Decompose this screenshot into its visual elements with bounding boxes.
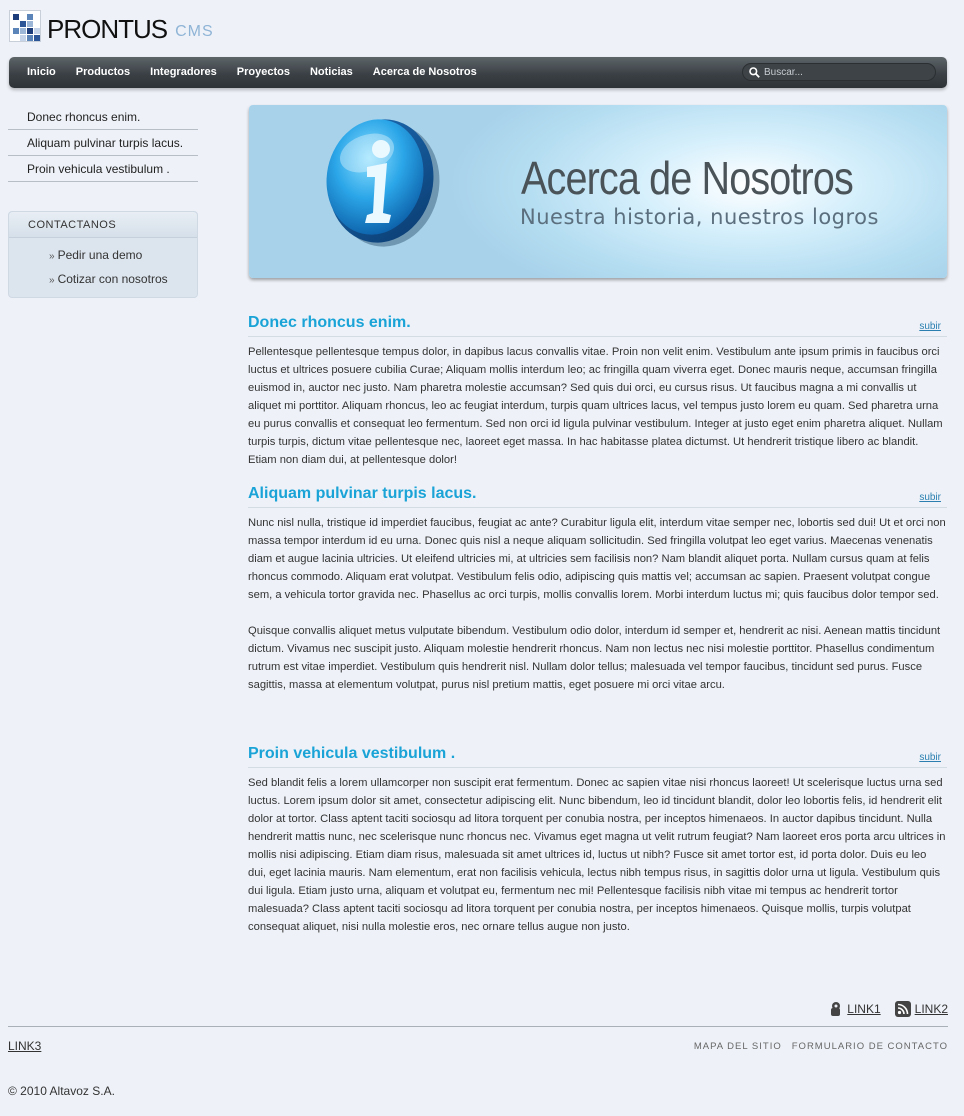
nav-item-acerca[interactable]: Acerca de Nosotros — [363, 57, 487, 88]
footer-nav: MAPA DEL SITIO FORMULARIO DE CONTACTO — [684, 1041, 948, 1052]
footer-link-1[interactable]: LINK1 — [827, 1001, 881, 1017]
sidebar-link-donec[interactable]: Donec rhoncus enim. — [8, 104, 198, 130]
article-title: Proin vehicula vestibulum . — [248, 745, 456, 762]
contact-item-label: Cotizar con nosotros — [57, 272, 168, 286]
nav-item-proyectos[interactable]: Proyectos — [227, 57, 300, 88]
nav-item-productos[interactable]: Productos — [66, 57, 140, 88]
article-paragraph: Sed blandit felis a lorem ullamcorper no… — [248, 777, 946, 933]
logo-subtitle: CMS — [175, 23, 214, 40]
footer-social-links: LINK1 LINK2 — [813, 1001, 948, 1017]
sitemap-link[interactable]: MAPA DEL SITIO — [694, 1041, 782, 1052]
article-3: Proin vehicula vestibulum . subir Sed bl… — [248, 744, 947, 936]
article-heading: Aliquam pulvinar turpis lacus. subir — [248, 484, 947, 508]
article-paragraph: Quisque convallis aliquet metus vulputat… — [248, 625, 941, 691]
contact-item-quote[interactable]: » Cotizar con nosotros — [49, 268, 197, 292]
page-banner: Acerca de Nosotros Nuestra historia, nue… — [249, 105, 947, 278]
banner-title: Acerca de Nosotros — [521, 152, 854, 204]
search-icon[interactable] — [749, 66, 760, 78]
contact-title: CONTACTANOS — [9, 212, 197, 238]
logo-grid-icon — [9, 10, 41, 42]
back-to-top-link[interactable]: subir — [919, 748, 941, 768]
article-paragraph: Pellentesque pellentesque tempus dolor, … — [248, 346, 943, 466]
share-icon — [831, 1002, 841, 1016]
back-to-top-link[interactable]: subir — [919, 317, 941, 337]
article-1: Donec rhoncus enim. subir Pellentesque p… — [248, 313, 947, 469]
article-title: Aliquam pulvinar turpis lacus. — [248, 485, 477, 502]
sidebar-links: Donec rhoncus enim. Aliquam pulvinar tur… — [8, 104, 198, 182]
nav-item-inicio[interactable]: Inicio — [17, 57, 66, 88]
contact-item-label: Pedir una demo — [57, 248, 143, 262]
site-logo[interactable]: PRONTUS CMS — [9, 10, 214, 42]
article-2: Aliquam pulvinar turpis lacus. subir Nun… — [248, 484, 947, 694]
footer-link-3[interactable]: LINK3 — [8, 1039, 41, 1053]
footer-link-label: LINK2 — [914, 1002, 948, 1016]
article-heading: Donec rhoncus enim. subir — [248, 313, 947, 337]
contact-form-link[interactable]: FORMULARIO DE CONTACTO — [792, 1041, 948, 1052]
logo-name: PRONTUS — [47, 14, 168, 44]
article-heading: Proin vehicula vestibulum . subir — [248, 744, 947, 768]
sidebar-link-proin[interactable]: Proin vehicula vestibulum . — [8, 156, 198, 182]
chevron-right-icon: » — [49, 275, 55, 286]
article-title: Donec rhoncus enim. — [248, 314, 411, 331]
search-input[interactable] — [764, 66, 924, 78]
chevron-right-icon: » — [49, 251, 55, 262]
copyright: © 2010 Altavoz S.A. — [8, 1084, 115, 1098]
nav-item-noticias[interactable]: Noticias — [300, 57, 363, 88]
sidebar-link-aliquam[interactable]: Aliquam pulvinar turpis lacus. — [8, 130, 198, 156]
banner-subtitle: Nuestra historia, nuestros logros — [520, 205, 879, 229]
article-paragraph: Nunc nisl nulla, tristique id imperdiet … — [248, 517, 946, 601]
info-icon — [326, 119, 440, 247]
rss-icon — [894, 1001, 911, 1017]
footer-link-label: LINK1 — [847, 1002, 881, 1016]
footer-divider — [8, 1026, 948, 1027]
contact-item-demo[interactable]: » Pedir una demo — [49, 244, 197, 268]
footer-link-2[interactable]: LINK2 — [894, 1001, 948, 1017]
search-box — [742, 63, 936, 81]
main-nav: Inicio Productos Integradores Proyectos … — [9, 57, 947, 88]
contact-box: CONTACTANOS » Pedir una demo » Cotizar con… — [8, 211, 198, 298]
back-to-top-link[interactable]: subir — [919, 488, 941, 508]
nav-item-integradores[interactable]: Integradores — [140, 57, 227, 88]
